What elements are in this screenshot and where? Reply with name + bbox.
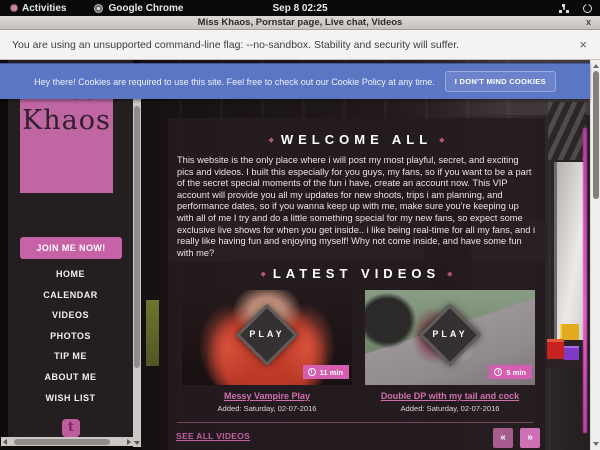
logo-line-khaos: Khaos bbox=[20, 106, 113, 136]
window-close-icon[interactable]: x bbox=[586, 17, 591, 27]
welcome-heading: ◆WELCOME ALL◆ bbox=[168, 132, 545, 147]
duration-badge: 11 min bbox=[303, 365, 349, 379]
sidebar-scroll-right-icon[interactable] bbox=[127, 439, 131, 445]
sidebar-horizontal-scrollbar[interactable] bbox=[1, 437, 133, 446]
sidebar-item-videos[interactable]: VIDEOS bbox=[8, 305, 133, 326]
sidebar-item-wish-list[interactable]: WISH LIST bbox=[8, 388, 133, 409]
twitter-icon[interactable]: t bbox=[62, 419, 80, 437]
sidebar-horizontal-scrollbar-thumb[interactable] bbox=[14, 439, 110, 445]
clock-icon bbox=[308, 368, 316, 376]
sidebar-item-calendar[interactable]: CALENDAR bbox=[8, 285, 133, 306]
video-added-date: Added: Saturday, 02-07-2016 bbox=[365, 404, 535, 413]
background-window bbox=[554, 162, 586, 340]
clock[interactable]: Sep 8 02:25 bbox=[0, 3, 600, 14]
heading-diamond-icon: ◆ bbox=[440, 270, 459, 278]
scroll-up-icon[interactable] bbox=[593, 64, 599, 68]
video-thumbnail[interactable]: PLAY 5 min bbox=[365, 290, 535, 385]
page-viewport: Miss Khaos JOIN ME NOW! HOME CALENDAR VI… bbox=[0, 60, 600, 450]
play-button-label[interactable]: PLAY bbox=[365, 329, 535, 339]
background-window-top bbox=[548, 102, 586, 160]
video-card: PLAY 5 min Double DP with my tail and co… bbox=[365, 290, 535, 413]
welcome-heading-text: WELCOME ALL bbox=[281, 132, 432, 147]
gift-box-yellow bbox=[560, 324, 579, 340]
infobar-close-icon[interactable]: × bbox=[579, 37, 587, 52]
video-title-link[interactable]: Messy Vampire Play bbox=[182, 391, 352, 401]
heading-diamond-icon: ◆ bbox=[253, 270, 272, 278]
heading-diamond-icon: ◆ bbox=[261, 136, 280, 144]
video-added-date: Added: Saturday, 02-07-2016 bbox=[182, 404, 352, 413]
sidebar-scroll-down-icon[interactable] bbox=[134, 441, 140, 445]
cookie-accept-button[interactable]: I DON'T MIND COOKIES bbox=[445, 71, 556, 92]
duration-badge: 5 min bbox=[489, 365, 532, 379]
sidebar-item-home[interactable]: HOME bbox=[8, 264, 133, 285]
sidebar-item-photos[interactable]: PHOTOS bbox=[8, 326, 133, 347]
welcome-paragraph: This website is the only place where i w… bbox=[177, 155, 536, 259]
main-content-panel: ◆WELCOME ALL◆ This website is the only p… bbox=[168, 118, 545, 450]
pagination-next-button[interactable]: » bbox=[520, 428, 540, 448]
sidebar-vertical-scrollbar[interactable] bbox=[133, 98, 141, 447]
section-divider bbox=[177, 422, 533, 423]
duration-label: 11 min bbox=[320, 368, 343, 377]
system-top-bar: Activities Google Chrome Sep 8 02:25 bbox=[0, 0, 600, 16]
join-me-now-button[interactable]: JOIN ME NOW! bbox=[20, 237, 122, 259]
sidebar-item-tip-me[interactable]: TIP ME bbox=[8, 346, 133, 367]
gift-box-purple bbox=[564, 346, 579, 361]
heading-diamond-icon: ◆ bbox=[432, 136, 451, 144]
background-magenta-streak bbox=[583, 128, 587, 433]
latest-videos-heading: ◆LATEST VIDEOS◆ bbox=[168, 266, 545, 281]
sidebar-vertical-scrollbar-thumb[interactable] bbox=[134, 106, 140, 368]
window-title: Miss Khaos, Pornstar page, Live chat, Vi… bbox=[198, 17, 403, 28]
background-green-patch bbox=[146, 300, 159, 366]
gift-box-red bbox=[547, 339, 564, 359]
see-all-videos-link[interactable]: SEE ALL VIDEOS bbox=[176, 431, 250, 441]
power-icon[interactable] bbox=[583, 4, 592, 13]
sidebar-item-about-me[interactable]: ABOUT ME bbox=[8, 367, 133, 388]
browser-title-bar: Miss Khaos, Pornstar page, Live chat, Vi… bbox=[0, 16, 600, 30]
video-thumbnail[interactable]: PLAY 11 min bbox=[182, 290, 352, 385]
duration-label: 5 min bbox=[506, 368, 526, 377]
browser-scrollbar[interactable] bbox=[590, 60, 600, 450]
scroll-down-icon[interactable] bbox=[593, 442, 599, 446]
sidebar: Miss Khaos JOIN ME NOW! HOME CALENDAR VI… bbox=[8, 60, 133, 437]
sidebar-scroll-left-icon[interactable] bbox=[3, 439, 7, 445]
clock-icon bbox=[494, 368, 502, 376]
cookie-message: Hey there! Cookies are required to use t… bbox=[34, 77, 435, 87]
video-title-link[interactable]: Double DP with my tail and cock bbox=[365, 391, 535, 401]
browser-scrollbar-thumb[interactable] bbox=[593, 71, 599, 199]
chrome-infobar: You are using an unsupported command-lin… bbox=[0, 30, 600, 60]
infobar-message: You are using an unsupported command-lin… bbox=[12, 39, 459, 51]
latest-videos-heading-text: LATEST VIDEOS bbox=[273, 266, 440, 281]
play-button-label[interactable]: PLAY bbox=[182, 329, 352, 339]
video-card: PLAY 11 min Messy Vampire Play Added: Sa… bbox=[182, 290, 352, 413]
network-icon[interactable] bbox=[559, 4, 569, 13]
cookie-banner: Hey there! Cookies are required to use t… bbox=[0, 63, 590, 99]
video-card-row: PLAY 11 min Messy Vampire Play Added: Sa… bbox=[182, 290, 535, 413]
sidebar-menu: HOME CALENDAR VIDEOS PHOTOS TIP ME ABOUT… bbox=[8, 264, 133, 408]
pagination-prev-button[interactable]: « bbox=[493, 428, 513, 448]
